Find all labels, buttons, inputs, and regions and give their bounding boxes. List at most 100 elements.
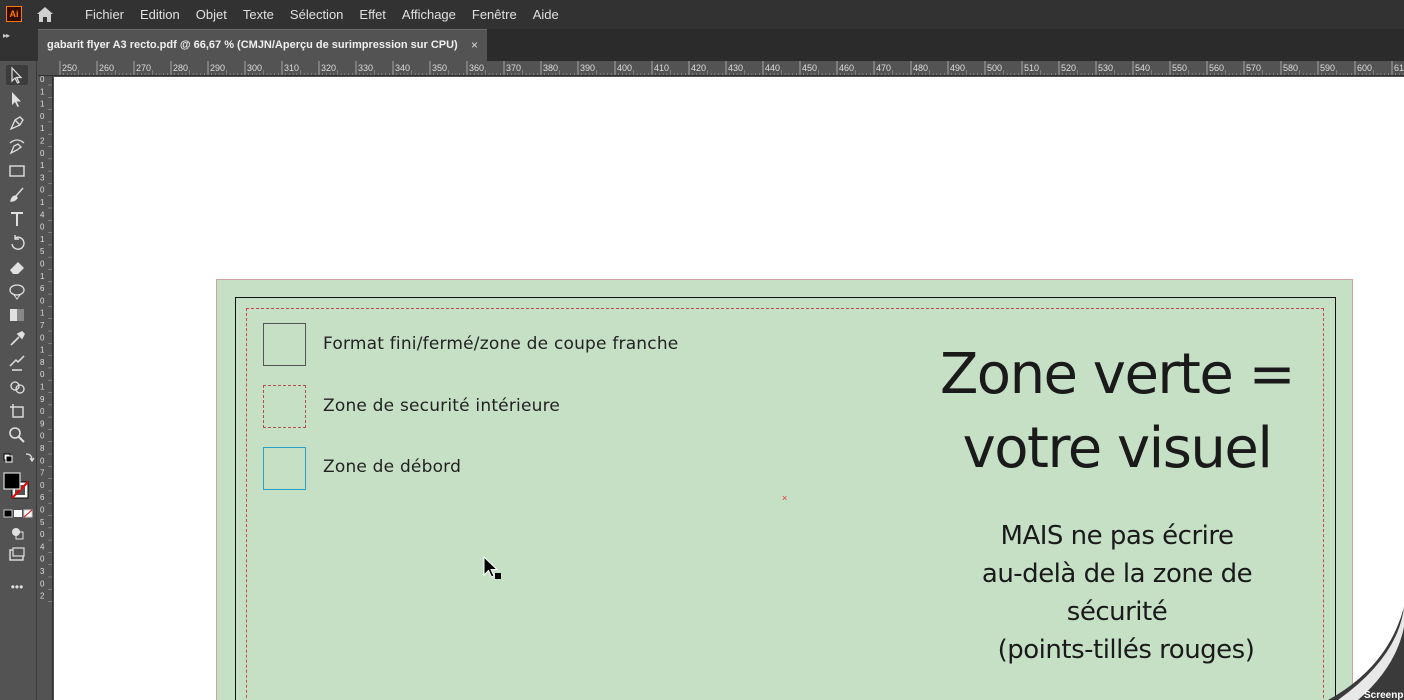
ruler-label: 450: [802, 63, 817, 73]
ruler-label: 460: [839, 63, 854, 73]
ruler-label: 1: [40, 346, 45, 355]
ruler-label: 1: [40, 100, 45, 109]
rotate-tool-icon[interactable]: [6, 233, 28, 253]
eraser-tool-icon[interactable]: [6, 257, 28, 277]
page-curl-icon[interactable]: Screenp: [1318, 607, 1404, 700]
collapse-arrows-icon[interactable]: ▸▸: [3, 31, 10, 40]
note-line-1[interactable]: MAIS ne pas écrire: [947, 517, 1287, 555]
default-colors-swap-icon[interactable]: [2, 449, 36, 469]
ruler-label: 330: [358, 63, 373, 73]
ruler-label: 7: [40, 321, 45, 330]
menu-selection[interactable]: Sélection: [290, 7, 343, 22]
eyedropper-tool-icon[interactable]: [6, 329, 28, 349]
menu-edition[interactable]: Edition: [140, 7, 180, 22]
document-tab-title[interactable]: gabarit flyer A3 recto.pdf @ 66,67 % (CM…: [47, 39, 458, 51]
color-modes-icon[interactable]: [2, 504, 34, 524]
ruler-label: 500: [987, 63, 1002, 73]
ruler-label: 0: [40, 506, 45, 515]
ruler-label: 570: [1246, 63, 1261, 73]
menu-fichier[interactable]: Fichier: [85, 7, 124, 22]
ruler-label: 9: [40, 419, 45, 428]
horizontal-ruler[interactable]: 250 260 270 280 290 300 310 320 330 340 350 360 370 3…: [38, 61, 1404, 76]
ruler-label: 1: [40, 272, 45, 281]
menu-texte[interactable]: Texte: [243, 7, 274, 22]
menu-affichage[interactable]: Affichage: [402, 7, 456, 22]
ruler-label: 0: [40, 555, 45, 564]
ruler-label: 0: [40, 370, 45, 379]
fill-stroke-swatch[interactable]: [3, 471, 31, 501]
legend-box-trim[interactable]: [263, 323, 306, 366]
ruler-label: 390: [580, 63, 595, 73]
legend-label-trim[interactable]: Format fini/fermé/zone de coupe franche: [323, 334, 678, 354]
close-icon[interactable]: ×: [471, 38, 478, 52]
shape-builder-tool-icon[interactable]: [6, 377, 28, 397]
more-tools-icon[interactable]: •••: [6, 577, 28, 597]
ruler-label: 9: [40, 395, 45, 404]
ruler-label: 260: [99, 63, 114, 73]
ruler-label: 5: [40, 247, 45, 256]
ruler-label: 0: [40, 333, 45, 342]
ruler-label: 1: [40, 161, 45, 170]
artboard-tool-icon[interactable]: [6, 401, 28, 421]
ruler-label: 250: [62, 63, 77, 73]
bleed-zone[interactable]: Format fini/fermé/zone de coupe franche …: [216, 279, 1353, 700]
ruler-label: 0: [40, 76, 45, 84]
pen-tool-icon[interactable]: [6, 113, 28, 133]
curvature-tool-icon[interactable]: [6, 137, 28, 157]
ruler-label: 4: [40, 542, 45, 551]
ruler-label: 270: [136, 63, 151, 73]
ruler-label: 1: [40, 235, 45, 244]
width-tool-icon[interactable]: [6, 281, 28, 301]
ruler-label: 360: [469, 63, 484, 73]
paintbrush-tool-icon[interactable]: [6, 185, 28, 205]
menu-fenetre[interactable]: Fenêtre: [472, 7, 517, 22]
ruler-label: 1: [40, 198, 45, 207]
ruler-label: 520: [1061, 63, 1076, 73]
selection-tool-icon[interactable]: [6, 65, 28, 85]
ruler-label: 5: [40, 518, 45, 527]
menu-objet[interactable]: Objet: [196, 7, 227, 22]
drawing-modes-icon[interactable]: [6, 523, 28, 543]
ruler-label: 6: [40, 284, 45, 293]
legend-label-safety[interactable]: Zone de securité intérieure: [323, 396, 560, 416]
legend-box-bleed[interactable]: [263, 447, 306, 490]
ruler-label: 2: [40, 137, 45, 146]
blend-tool-icon[interactable]: [6, 353, 28, 373]
document-tab[interactable]: gabarit flyer A3 recto.pdf @ 66,67 % (CM…: [38, 29, 487, 61]
ruler-label: 280: [173, 63, 188, 73]
rectangle-tool-icon[interactable]: [6, 161, 28, 181]
note-line-4[interactable]: (points-tillés rouges): [956, 631, 1296, 669]
ruler-label: 4: [40, 210, 45, 219]
headline-line-1[interactable]: Zone verte =: [907, 338, 1327, 412]
note-line-3[interactable]: sécurité: [947, 593, 1287, 631]
note-line-2[interactable]: au-delà de la zone de: [947, 555, 1287, 593]
toolbar-grip[interactable]: ▸▸: [0, 29, 38, 61]
ruler-label: 8: [40, 358, 45, 367]
direct-selection-tool-icon[interactable]: [6, 89, 28, 109]
home-icon[interactable]: [36, 6, 54, 23]
zoom-tool-icon[interactable]: [6, 425, 28, 445]
ruler-label: 440: [765, 63, 780, 73]
tools-panel: •••: [0, 61, 37, 700]
menu-items: Fichier Edition Objet Texte Sélection Ef…: [85, 0, 575, 29]
ruler-label: 580: [1283, 63, 1298, 73]
vertical-ruler[interactable]: 0 1 1 0 1 2 0 1 3 0 1 4 0 1 5 0 1 6 0 1 7 0 1 8 0 1 9 0 9 0 8 0 7 0 6 0 5 0 4 0…: [38, 76, 53, 700]
legend-label-bleed[interactable]: Zone de débord: [323, 457, 461, 477]
document-canvas[interactable]: Format fini/fermé/zone de coupe franche …: [54, 77, 1404, 700]
ruler-label: 540: [1135, 63, 1150, 73]
ruler-label: 340: [395, 63, 410, 73]
ruler-label: 310: [284, 63, 299, 73]
type-tool-icon[interactable]: [6, 209, 28, 229]
legend-box-safety[interactable]: [263, 385, 306, 428]
ruler-label: 510: [1024, 63, 1039, 73]
gradient-tool-icon[interactable]: [6, 305, 28, 325]
ruler-label: 0: [40, 530, 45, 539]
headline-line-2[interactable]: votre visuel: [907, 412, 1327, 486]
ruler-label: 530: [1098, 63, 1113, 73]
menu-aide[interactable]: Aide: [533, 7, 559, 22]
menu-effet[interactable]: Effet: [359, 7, 386, 22]
ruler-label: 380: [543, 63, 558, 73]
ruler-label: 470: [876, 63, 891, 73]
screen-mode-icon[interactable]: [6, 545, 28, 565]
menu-bar: Ai Fichier Edition Objet Texte Sélection…: [0, 0, 1404, 29]
